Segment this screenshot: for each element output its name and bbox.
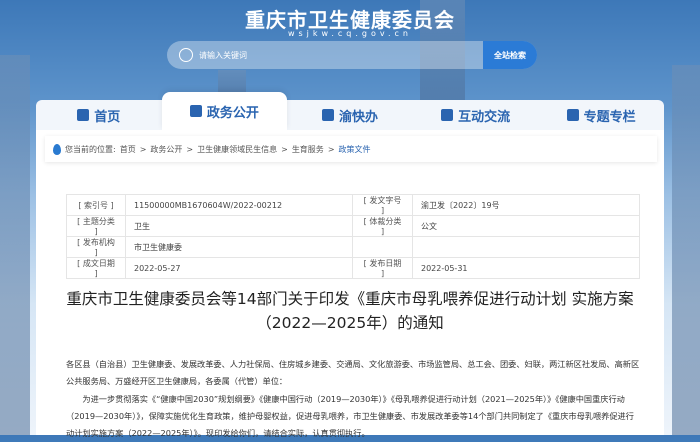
search-bar: 全站检索 [167,41,537,69]
table-row: [ 成文日期 ] 2022-05-27[ 发布日期 ] 2022-05-31 [66,257,640,279]
meta-label: [ 发布日期 ] [352,257,413,279]
nav-label: 政务公开 [206,105,259,121]
breadcrumb-separator: > [139,144,147,154]
meta-value: 公文 [412,215,640,237]
document-icon [321,109,334,121]
meta-label: [ 体裁分类 ] [352,215,413,237]
meta-value: 11500000MB1670604W/2022-00212 [125,194,353,216]
document-title: 重庆市卫生健康委员会等14部门关于印发《重庆市母乳喂养促进行动计划 实施方案 （… [36,287,664,335]
site-domain: wsjkw.cq.gov.cn [287,29,413,38]
title-line: （2022—2025年）的通知 [256,314,444,332]
content-area: 您当前的位置: 首页 > 政务公开 > 卫生健康领域民生信息 > 生育服务 > 政策文件… [36,130,664,438]
breadcrumb-prefix: 您当前的位置: [65,144,116,154]
table-row: [ 主题分类 ] 卫生[ 体裁分类 ] 公文 [66,215,640,237]
nav-tab-yukuaiban[interactable]: 渝快办 [287,100,413,130]
nav-label: 首页 [94,109,121,125]
breadcrumb-separator: > [281,144,288,154]
table-row: [ 索引号 ] 11500000MB1670604W/2022-00212[ 发文… [66,194,640,216]
meta-value: 2022-05-27 [125,257,353,279]
meta-label: [ 发布机构 ] [66,236,126,258]
meta-value: 2022-05-31 [412,257,640,279]
nav-label: 互动交流 [458,109,511,125]
background-building [0,55,30,435]
body-paragraph: 为进一步贯彻落实《“健康中国2030”规划纲要》《健康中国行动（2019—203… [66,394,634,438]
table-row: [ 发布机构 ] 市卫生健康委 [66,236,640,258]
main-nav: 首页 政务公开 渝快办 互动交流 专题专栏 [36,92,664,130]
addressee-paragraph: 各区县（自治县）卫生健康委、发展改革委、人力社保局、住房城乡建委、交通局、文化旅… [66,359,640,386]
breadcrumb-home[interactable]: 首页 [120,144,136,155]
breadcrumb-government-affairs[interactable]: 政务公开 [150,144,182,155]
search-icon [179,48,193,62]
home-icon [77,109,90,121]
meta-value [412,236,640,258]
search-input[interactable] [199,50,489,60]
breadcrumb-separator: > [327,144,335,154]
nav-label: 专题专栏 [583,109,636,125]
nav-tab-topics[interactable]: 专题专栏 [538,100,664,130]
meta-label: [ 发文字号 ] [352,194,413,216]
meta-value: 市卫生健康委 [125,236,353,258]
background-building [672,65,700,435]
breadcrumb-separator: > [186,144,194,154]
title-line: 重庆市卫生健康委员会等14部门关于印发《重庆市母乳喂养促进行动计划 实施方案 [66,290,634,308]
bank-icon [189,105,202,117]
chat-icon [441,109,454,121]
breadcrumb-livelihood-info[interactable]: 卫生健康领域民生信息 [197,144,277,155]
meta-value: 卫生 [125,215,353,237]
site-search-button[interactable]: 全站检索 [483,41,537,69]
breadcrumb-policy-documents[interactable]: 政策文件 [339,144,371,155]
nav-label: 渝快办 [338,109,378,125]
breadcrumb-fertility-services[interactable]: 生育服务 [292,144,324,155]
nav-tab-interaction[interactable]: 互动交流 [413,100,539,130]
breadcrumb: 您当前的位置: 首页 > 政务公开 > 卫生健康领域民生信息 > 生育服务 > 政策文件 [45,136,657,162]
meta-label: [ 主题分类 ] [66,215,126,237]
location-pin-icon [53,143,61,155]
meta-label: [ 成文日期 ] [66,257,126,279]
meta-label [352,236,413,258]
grid-icon [566,109,579,121]
nav-tab-government-affairs[interactable]: 政务公开 [161,92,288,130]
meta-value: 渝卫发〔2022〕19号 [412,194,640,216]
document-meta-table: [ 索引号 ] 11500000MB1670604W/2022-00212[ 发文… [66,194,640,279]
nav-tab-home[interactable]: 首页 [36,100,162,130]
meta-label: [ 索引号 ] [66,194,126,216]
